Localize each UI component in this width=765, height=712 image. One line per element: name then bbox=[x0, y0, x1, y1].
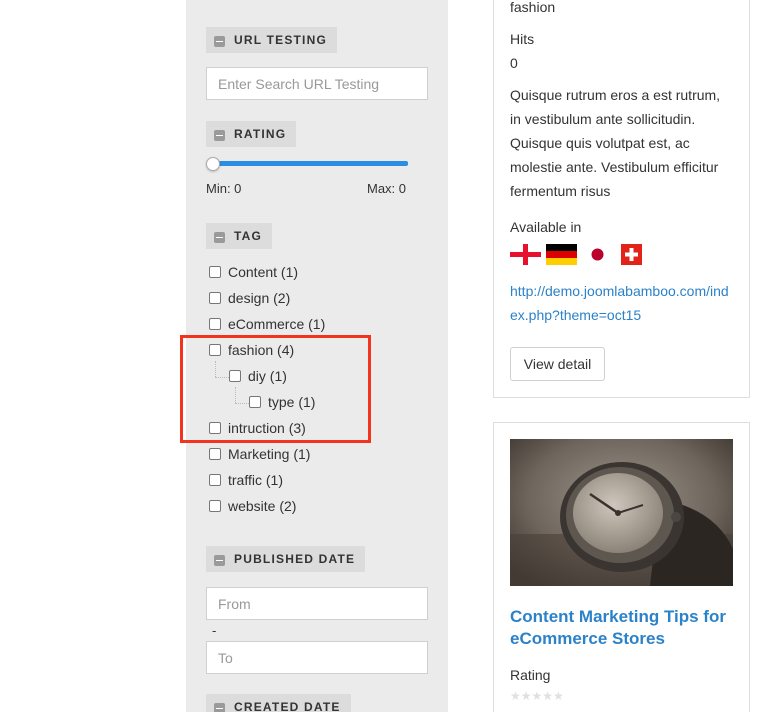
rating-max-label: Max: 0 bbox=[367, 181, 407, 196]
tag-value: fashion bbox=[510, 0, 556, 15]
wristwatch-photo[interactable] bbox=[510, 439, 733, 586]
available-in-label: Available in bbox=[510, 219, 582, 235]
view-detail-button[interactable]: View detail bbox=[510, 347, 605, 381]
published-date-title: PUBLISHED DATE bbox=[234, 552, 356, 566]
tag-item-ecommerce[interactable]: eCommerce (1) bbox=[209, 316, 325, 332]
collapse-icon[interactable] bbox=[214, 554, 225, 566]
published-from-input[interactable] bbox=[206, 587, 428, 620]
rating-title: RATING bbox=[234, 127, 287, 141]
created-date-title: CREATED DATE bbox=[234, 700, 341, 712]
rating-slider-handle[interactable] bbox=[206, 157, 220, 171]
collapse-icon[interactable] bbox=[214, 35, 225, 47]
tag-checkbox[interactable] bbox=[209, 266, 221, 278]
tag-item-marketing[interactable]: Marketing (1) bbox=[209, 446, 310, 462]
germany-flag-icon[interactable] bbox=[546, 244, 577, 265]
published-to-input[interactable] bbox=[206, 641, 428, 674]
switzerland-flag-icon[interactable] bbox=[621, 244, 642, 265]
url-testing-input[interactable] bbox=[206, 67, 428, 100]
rating-min-label: Min: 0 bbox=[206, 181, 242, 196]
collapse-icon[interactable] bbox=[214, 129, 225, 141]
tag-checkbox[interactable] bbox=[209, 318, 221, 330]
url-testing-title: URL TESTING bbox=[234, 33, 327, 47]
tag-title: TAG bbox=[234, 229, 263, 243]
rating-label: Rating bbox=[510, 667, 551, 683]
tag-item-content[interactable]: Content (1) bbox=[209, 264, 298, 280]
date-separator: - bbox=[212, 623, 217, 638]
tag-label: eCommerce (1) bbox=[228, 316, 326, 332]
tag-item-traffic[interactable]: traffic (1) bbox=[209, 472, 283, 488]
tag-checkbox[interactable] bbox=[209, 500, 221, 512]
tag-label: traffic (1) bbox=[228, 472, 283, 488]
tag-checkbox[interactable] bbox=[209, 292, 221, 304]
demo-url-link[interactable]: http://demo.joomlabamboo.com/index.php?t… bbox=[510, 279, 735, 327]
url-testing-header[interactable]: URL TESTING bbox=[206, 27, 337, 53]
collapse-icon[interactable] bbox=[214, 231, 225, 243]
tag-label: website (2) bbox=[228, 498, 297, 514]
tag-header[interactable]: TAG bbox=[206, 223, 273, 249]
highlight-box bbox=[180, 335, 371, 443]
tag-label: design (2) bbox=[228, 290, 291, 306]
created-date-header[interactable]: CREATED DATE bbox=[206, 694, 351, 712]
japan-flag-icon[interactable] bbox=[582, 244, 613, 265]
rating-header[interactable]: RATING bbox=[206, 121, 297, 147]
hits-label: Hits bbox=[510, 31, 535, 47]
tag-item-design[interactable]: design (2) bbox=[209, 290, 290, 306]
rating-slider-track[interactable] bbox=[212, 161, 408, 166]
tag-item-website[interactable]: website (2) bbox=[209, 498, 296, 514]
collapse-icon[interactable] bbox=[214, 702, 225, 712]
tag-checkbox[interactable] bbox=[209, 448, 221, 460]
article-title-link[interactable]: Content Marketing Tips for eCommerce Sto… bbox=[510, 606, 735, 650]
tag-checkbox[interactable] bbox=[209, 474, 221, 486]
england-flag-icon[interactable] bbox=[510, 244, 541, 265]
tag-label: Marketing (1) bbox=[228, 446, 311, 462]
hits-value: 0 bbox=[510, 55, 518, 71]
tag-label: Content (1) bbox=[228, 264, 299, 280]
article-description: Quisque rutrum eros a est rutrum, in ves… bbox=[510, 87, 721, 199]
published-date-header[interactable]: PUBLISHED DATE bbox=[206, 546, 366, 572]
rating-stars[interactable]: ★★★★★ bbox=[510, 689, 564, 703]
